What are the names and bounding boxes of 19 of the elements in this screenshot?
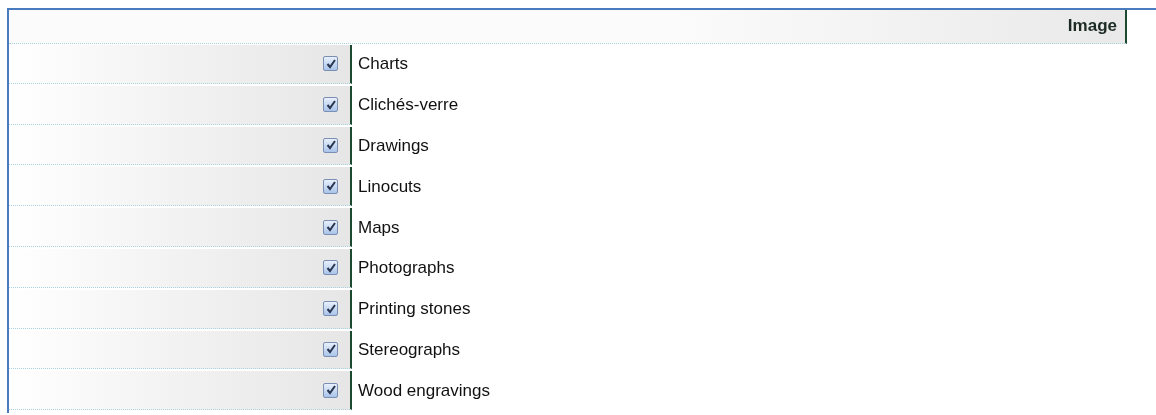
checkbox[interactable]	[323, 56, 338, 72]
checkbox[interactable]	[323, 178, 338, 194]
option-label: Drawings	[357, 136, 429, 156]
option-label: Charts	[357, 54, 409, 75]
option-label: Maps	[357, 217, 400, 238]
option-label: Stereographs	[357, 339, 461, 360]
checkbox[interactable]	[323, 219, 338, 235]
checkbox[interactable]	[323, 301, 338, 317]
checkbox[interactable]	[323, 260, 338, 276]
checkbox[interactable]	[323, 97, 338, 113]
option-label: Photographs	[357, 258, 455, 279]
option-label: Linocuts	[357, 176, 422, 197]
option-label: Clichés-verre	[357, 95, 459, 116]
column-header: Image	[1067, 15, 1117, 36]
option-label: Printing stones	[357, 299, 471, 320]
checkbox[interactable]	[323, 382, 338, 398]
option-label: Wood engravings	[357, 380, 490, 401]
checkbox[interactable]	[323, 341, 338, 357]
checkbox[interactable]	[323, 138, 338, 153]
